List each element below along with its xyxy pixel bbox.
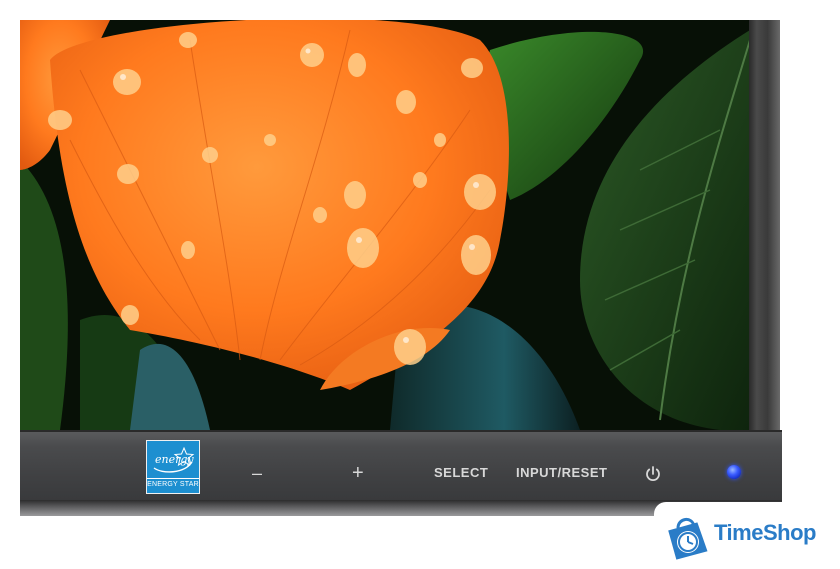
power-icon[interactable] xyxy=(644,465,662,483)
wallpaper-flower-image xyxy=(20,20,776,430)
monitor-side-frame xyxy=(749,20,780,432)
energy-star-label: ENERGY STAR xyxy=(147,478,199,490)
select-button[interactable]: SELECT xyxy=(434,458,488,488)
energy-star-logo: energy ENERGY STAR xyxy=(146,440,200,494)
svg-text:energy: energy xyxy=(155,453,194,466)
power-led-indicator xyxy=(727,465,741,479)
timeshop-watermark: TimeShop xyxy=(654,502,840,569)
timeshop-brand-text: TimeShop xyxy=(714,520,816,545)
monitor-screen xyxy=(20,20,776,430)
energy-star-icon: energy xyxy=(153,446,194,473)
monitor-bezel xyxy=(20,430,782,504)
minus-button[interactable]: – xyxy=(252,458,263,488)
shopping-bag-clock-icon xyxy=(668,518,708,560)
plus-button[interactable]: + xyxy=(352,458,364,488)
input-reset-button[interactable]: INPUT/RESET xyxy=(516,458,607,488)
